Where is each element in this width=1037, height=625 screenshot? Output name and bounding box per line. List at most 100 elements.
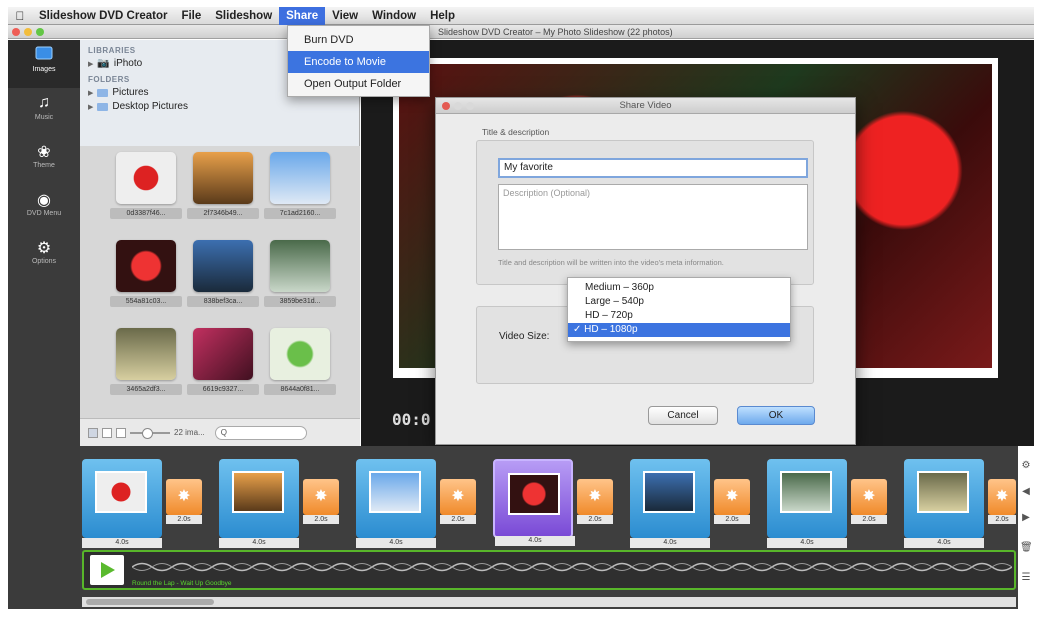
- clip-duration[interactable]: 4.0s: [630, 538, 710, 548]
- clip-duration[interactable]: 4.0s: [219, 538, 299, 548]
- sidebar-item-theme[interactable]: ❀ Theme: [8, 136, 80, 184]
- timeline-clip[interactable]: 4.0s: [82, 459, 162, 548]
- menu-item-open-output-folder[interactable]: Open Output Folder: [288, 73, 429, 95]
- clip-duration[interactable]: 4.0s: [82, 538, 162, 548]
- transition[interactable]: ✸ 2.0s: [303, 479, 339, 524]
- photo-image: [193, 152, 253, 204]
- transition-duration[interactable]: 2.0s: [714, 515, 750, 524]
- photo-thumbnail[interactable]: 3465a2df3...: [110, 324, 182, 404]
- photo-thumbnail[interactable]: 838bef3ca...: [187, 236, 259, 316]
- photo-thumbnail[interactable]: 0d3387f46...: [110, 148, 182, 228]
- title-field[interactable]: My favorite: [498, 158, 808, 178]
- menu-view[interactable]: View: [325, 7, 365, 25]
- size-option[interactable]: Medium – 360p: [568, 281, 790, 295]
- transition[interactable]: ✸ 2.0s: [988, 479, 1016, 524]
- settings-icon[interactable]: ⚙: [1020, 460, 1032, 471]
- transition-duration[interactable]: 2.0s: [577, 515, 613, 524]
- search-input[interactable]: Q: [214, 425, 307, 440]
- photo-thumbnail[interactable]: 554a81c03...: [110, 236, 182, 316]
- photo-image: [270, 152, 330, 204]
- list-icon[interactable]: ☰: [1020, 572, 1032, 583]
- menu-help[interactable]: Help: [423, 7, 462, 25]
- play-icon[interactable]: [90, 555, 124, 585]
- trash-icon[interactable]: 🗑: [1020, 542, 1033, 553]
- timeline-clip[interactable]: 4.0s: [219, 459, 299, 548]
- rotate-left-icon[interactable]: ◀: [1020, 486, 1032, 497]
- transition[interactable]: ✸ 2.0s: [166, 479, 202, 524]
- disclosure-triangle-icon[interactable]: ▶: [88, 60, 93, 68]
- transition-duration[interactable]: 2.0s: [851, 515, 887, 524]
- zoom-window-icon[interactable]: [36, 28, 44, 36]
- photo-image: [193, 328, 253, 380]
- cancel-button[interactable]: Cancel: [648, 406, 718, 425]
- menu-share[interactable]: Share: [279, 6, 326, 25]
- scrollbar-thumb[interactable]: [86, 599, 214, 605]
- menu-window[interactable]: Window: [365, 7, 423, 25]
- transition[interactable]: ✸ 2.0s: [440, 479, 476, 524]
- photo-image: [116, 240, 176, 292]
- menu-item-burn-dvd[interactable]: Burn DVD: [288, 29, 429, 51]
- photo-count: 22 ima...: [174, 428, 205, 437]
- rotate-right-icon[interactable]: ▶: [1020, 512, 1032, 523]
- menu-item-encode-to-movie[interactable]: Encode to Movie: [288, 51, 429, 73]
- transition-icon: ✸: [725, 488, 739, 505]
- description-field[interactable]: Description (Optional): [498, 184, 808, 250]
- apple-icon[interactable]: : [8, 7, 32, 25]
- size-option[interactable]: Large – 540p: [568, 295, 790, 309]
- transition[interactable]: ✸ 2.0s: [851, 479, 887, 524]
- clip-duration[interactable]: 4.0s: [356, 538, 436, 548]
- window-title-bar: Slideshow DVD Creator – My Photo Slidesh…: [8, 25, 1034, 39]
- thumbnail-size-slider[interactable]: [130, 427, 170, 439]
- transition-duration[interactable]: 2.0s: [303, 515, 339, 524]
- detail-view-icon[interactable]: [116, 427, 126, 438]
- photo-thumbnail[interactable]: 3859be31d...: [264, 236, 336, 316]
- clip-duration[interactable]: 4.0s: [767, 538, 847, 548]
- size-option-selected[interactable]: ✓ HD – 1080p: [568, 323, 790, 337]
- disclosure-triangle-icon[interactable]: ▶: [88, 103, 93, 111]
- sidebar-item-music[interactable]: ♫ Music: [8, 88, 80, 136]
- sidebar-item-dvd-menu[interactable]: ◉ DVD Menu: [8, 184, 80, 232]
- photo-thumbnail[interactable]: 6619c9327...: [187, 324, 259, 404]
- timeline-clip[interactable]: 4.0s: [904, 459, 984, 548]
- sidebar-item-label: DVD Menu: [26, 210, 62, 217]
- clip-duration[interactable]: 4.0s: [495, 536, 575, 546]
- timeline-clip[interactable]: 4.0s: [356, 459, 436, 548]
- transition-duration[interactable]: 2.0s: [988, 515, 1016, 524]
- folder-item-label: Desktop Pictures: [112, 101, 188, 112]
- photo-thumbnail[interactable]: 7c1ad2160...: [264, 148, 336, 228]
- sidebar-bottom: [8, 454, 80, 609]
- video-size-dropdown[interactable]: Medium – 360p Large – 540p HD – 720p ✓ H…: [567, 277, 791, 342]
- transition[interactable]: ✸ 2.0s: [714, 479, 750, 524]
- menu-slideshow[interactable]: Slideshow: [208, 7, 279, 25]
- clip-duration[interactable]: 4.0s: [904, 538, 984, 548]
- sidebar-item-options[interactable]: ⚙ Options: [8, 232, 80, 280]
- transition-duration[interactable]: 2.0s: [166, 515, 202, 524]
- section-label: Title & description: [482, 127, 550, 137]
- photo-caption: 2f7346b49...: [187, 208, 259, 219]
- size-option[interactable]: HD – 720p: [568, 309, 790, 323]
- grid-view-icon[interactable]: [88, 427, 98, 438]
- timeline-scrollbar[interactable]: [82, 597, 1016, 607]
- menu-file[interactable]: File: [174, 7, 208, 25]
- close-window-icon[interactable]: [12, 28, 20, 36]
- menu-app-name[interactable]: Slideshow DVD Creator: [32, 7, 174, 25]
- music-icon: ♫: [38, 94, 50, 111]
- folder-item-desktop-pictures[interactable]: ▶ Desktop Pictures: [80, 98, 359, 112]
- disclosure-triangle-icon[interactable]: ▶: [88, 89, 93, 97]
- sidebar-item-images[interactable]: Images: [8, 40, 80, 88]
- photo-image: [116, 328, 176, 380]
- ok-button[interactable]: OK: [737, 406, 815, 425]
- transition-icon: ✸: [451, 488, 465, 505]
- transition-duration[interactable]: 2.0s: [440, 515, 476, 524]
- list-view-icon[interactable]: [102, 427, 112, 438]
- video-size-label: Video Size:: [499, 331, 550, 342]
- iphoto-icon: 📷: [97, 58, 110, 69]
- close-icon[interactable]: [442, 102, 450, 110]
- timeline-clip[interactable]: 4.0s: [767, 459, 847, 548]
- timeline-clip[interactable]: 4.0s: [630, 459, 710, 548]
- minimize-window-icon[interactable]: [24, 28, 32, 36]
- photo-thumbnail[interactable]: 8644a0f81...: [264, 324, 336, 404]
- photo-thumbnail[interactable]: 2f7346b49...: [187, 148, 259, 228]
- transition[interactable]: ✸ 2.0s: [577, 479, 613, 524]
- timeline-clip-selected[interactable]: 4.0s: [493, 459, 575, 546]
